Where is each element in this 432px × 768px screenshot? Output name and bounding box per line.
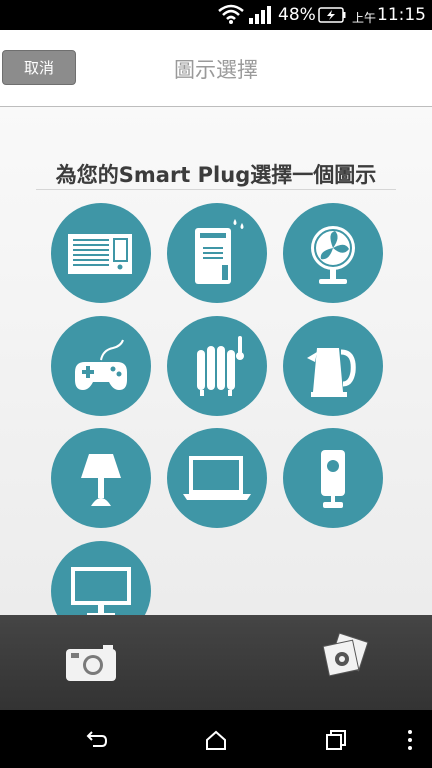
icon-picker: 為您的Smart Plug選擇一個圖示 bbox=[0, 107, 432, 615]
bottom-toolbar bbox=[0, 615, 432, 710]
camera-icon[interactable] bbox=[63, 635, 119, 691]
icon-option-game-controller[interactable] bbox=[51, 316, 151, 416]
back-icon[interactable] bbox=[84, 728, 108, 752]
divider bbox=[36, 189, 396, 190]
icon-option-kettle[interactable] bbox=[283, 316, 383, 416]
humidifier-icon bbox=[195, 219, 244, 284]
status-bar: 48% 上午 11:15 bbox=[0, 0, 432, 30]
header: 取消 圖示選擇 bbox=[0, 30, 432, 107]
icon-option-laptop[interactable] bbox=[167, 428, 267, 528]
game-controller-icon bbox=[75, 339, 127, 390]
oil-heater-icon bbox=[197, 336, 244, 396]
icon-option-humidifier[interactable] bbox=[167, 203, 267, 303]
icon-option-fan[interactable] bbox=[283, 203, 383, 303]
air-conditioner-icon bbox=[68, 234, 132, 274]
icon-option-monitor[interactable] bbox=[51, 541, 151, 615]
fan-icon bbox=[311, 226, 355, 284]
kettle-icon bbox=[307, 348, 356, 397]
recent-apps-icon[interactable] bbox=[324, 728, 348, 752]
icon-option-oil-heater[interactable] bbox=[167, 316, 267, 416]
page-title: 圖示選擇 bbox=[174, 58, 258, 82]
battery-charging-icon bbox=[318, 7, 346, 23]
icon-option-lamp[interactable] bbox=[51, 428, 151, 528]
clock: 11:15 bbox=[377, 5, 426, 25]
photo-gallery-icon[interactable] bbox=[312, 631, 376, 695]
laptop-icon bbox=[183, 456, 251, 500]
icon-option-speaker[interactable] bbox=[283, 428, 383, 528]
ampm-label: 上午 bbox=[352, 11, 377, 25]
navigation-bar bbox=[0, 710, 432, 768]
prompt-text: 為您的Smart Plug選擇一個圖示 bbox=[55, 163, 377, 187]
home-icon[interactable] bbox=[204, 728, 228, 752]
speaker-icon bbox=[321, 450, 345, 508]
icon-option-air-conditioner[interactable] bbox=[51, 203, 151, 303]
signal-icon bbox=[249, 6, 271, 24]
lamp-icon bbox=[81, 454, 121, 506]
wifi-icon bbox=[218, 4, 244, 24]
monitor-icon bbox=[71, 567, 131, 615]
battery-percent: 48% bbox=[278, 5, 316, 25]
menu-icon[interactable] bbox=[398, 728, 422, 752]
